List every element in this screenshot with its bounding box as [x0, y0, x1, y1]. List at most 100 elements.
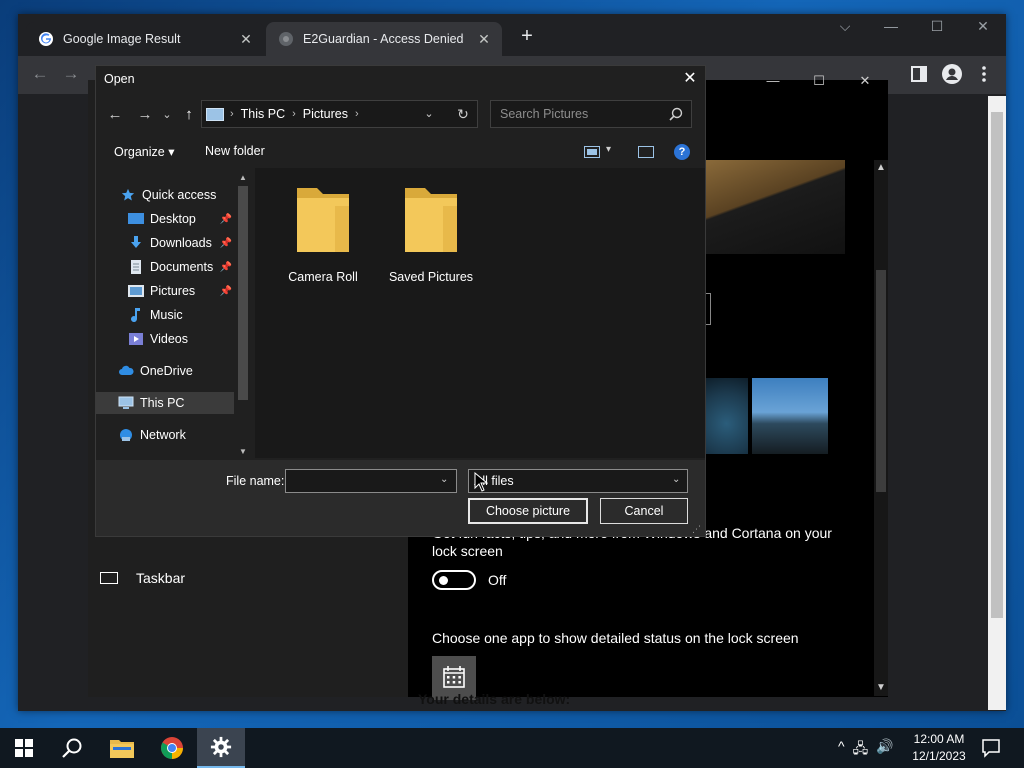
desktop-icon	[128, 213, 144, 224]
folder-icon	[405, 188, 457, 252]
new-tab-button[interactable]: +	[515, 24, 539, 48]
file-type-dropdown-icon[interactable]: ⌄	[672, 474, 680, 485]
nav-scroll-up-icon[interactable]: ▲	[238, 173, 248, 183]
taskbar-file-explorer[interactable]	[98, 728, 146, 768]
settings-close-icon[interactable]: ✕	[842, 66, 888, 96]
show-hidden-icons-icon[interactable]: ^	[838, 738, 845, 762]
chrome-icon	[161, 737, 183, 759]
tab-search-icon[interactable]: ⌵	[822, 12, 868, 40]
network-status-icon[interactable]: 🖧	[853, 738, 869, 762]
nav-label: Pictures	[150, 284, 196, 298]
menu-icon[interactable]	[972, 62, 996, 86]
nav-videos[interactable]: Videos	[128, 328, 234, 350]
pin-icon: 📌	[219, 237, 232, 249]
tab-close-icon[interactable]: ✕	[236, 31, 256, 48]
details-heading: Your details are below:	[418, 691, 571, 707]
organize-menu[interactable]: Organize ▾	[114, 144, 174, 159]
settings-nav-label: Taskbar	[136, 570, 186, 586]
choose-picture-button[interactable]: Choose picture	[468, 498, 588, 524]
breadcrumb-separator: ›	[354, 108, 359, 120]
lock-screen-tips-toggle[interactable]	[432, 570, 476, 590]
recent-locations-icon[interactable]: ⌄	[157, 104, 177, 126]
browser-minimize-icon[interactable]: —	[868, 12, 914, 40]
nav-desktop[interactable]: Desktop 📌	[128, 208, 234, 230]
pin-icon: 📌	[219, 213, 232, 225]
file-name-input[interactable]	[285, 469, 457, 493]
cancel-button[interactable]: Cancel	[600, 498, 688, 524]
music-icon	[131, 308, 140, 322]
settings-scrollbar-thumb[interactable]	[876, 270, 886, 492]
browser-scrollbar-thumb[interactable]	[991, 112, 1003, 618]
nav-label: Downloads	[150, 236, 212, 250]
taskbar-search-button[interactable]	[48, 728, 96, 768]
tab-title: Google Image Result	[63, 32, 181, 46]
search-icon[interactable]	[668, 106, 684, 122]
file-name-label: File name:	[226, 474, 285, 488]
lock-screen-preview-image	[705, 160, 845, 254]
clock-date: 12/1/2023	[912, 749, 966, 763]
system-tray: ^ 🖧 🔊	[838, 738, 894, 762]
taskbar-chrome[interactable]	[148, 728, 196, 768]
side-panel-icon[interactable]	[907, 62, 931, 86]
nav-music[interactable]: Music	[128, 304, 234, 326]
taskbar-settings[interactable]	[197, 728, 245, 768]
nav-scroll-down-icon[interactable]: ▼	[238, 447, 248, 457]
preview-pane-icon[interactable]	[638, 146, 654, 158]
nav-label: Videos	[150, 332, 188, 346]
notification-icon[interactable]	[980, 737, 1002, 759]
download-icon	[131, 236, 141, 248]
tab-e2guardian[interactable]: E2Guardian - Access Denied ✕	[266, 22, 502, 56]
pin-icon: 📌	[219, 261, 232, 273]
dialog-title: Open	[104, 72, 135, 86]
background-thumbnail[interactable]	[752, 378, 828, 454]
folder-saved-pictures[interactable]: Saved Pictures	[376, 184, 486, 284]
nav-pictures[interactable]: Pictures 📌	[128, 280, 234, 302]
dialog-close-icon[interactable]: ✕	[676, 66, 704, 92]
settings-minimize-icon[interactable]: —	[750, 66, 796, 96]
cloud-icon	[119, 365, 134, 375]
folder-camera-roll[interactable]: Camera Roll	[268, 184, 378, 284]
taskbar-clock[interactable]: 12:00 AM 12/1/2023	[904, 731, 974, 765]
up-folder-icon[interactable]: ↑	[177, 104, 201, 126]
browser-close-icon[interactable]: ✕	[960, 12, 1006, 40]
breadcrumb-separator: ›	[292, 108, 296, 120]
background-thumbnail[interactable]	[705, 378, 748, 454]
breadcrumb-pictures[interactable]: Pictures	[303, 107, 348, 121]
breadcrumb-this-pc[interactable]: This PC	[241, 107, 285, 121]
address-dropdown-icon[interactable]: ⌄	[421, 106, 437, 122]
help-icon[interactable]: ?	[674, 144, 690, 160]
tab-close-icon[interactable]: ✕	[474, 31, 494, 48]
browser-maximize-icon[interactable]: ☐	[914, 12, 960, 40]
view-dropdown-icon[interactable]: ▾	[606, 144, 611, 155]
refresh-icon[interactable]: ↻	[454, 105, 472, 123]
resize-grip-icon[interactable]: ⋰	[692, 524, 701, 535]
new-folder-button[interactable]: New folder	[205, 144, 265, 158]
start-button[interactable]	[0, 728, 48, 768]
taskbar-settings-icon	[100, 572, 118, 584]
volume-icon[interactable]: 🔊	[876, 738, 893, 762]
dialog-forward-icon[interactable]: →	[133, 104, 157, 126]
file-explorer-icon	[110, 740, 134, 758]
tab-title: E2Guardian - Access Denied	[303, 32, 464, 46]
settings-maximize-icon[interactable]: ☐	[796, 66, 842, 96]
file-type-select[interactable]: All files	[468, 469, 688, 493]
nav-label: Music	[150, 308, 183, 322]
scroll-up-icon[interactable]: ▲	[874, 162, 888, 174]
nav-pane-scrollbar-thumb[interactable]	[238, 186, 248, 400]
nav-documents[interactable]: Documents 📌	[128, 256, 234, 278]
dialog-back-icon[interactable]: ←	[103, 104, 127, 126]
pin-icon: 📌	[219, 285, 232, 297]
profile-icon[interactable]	[940, 62, 964, 86]
scroll-down-icon[interactable]: ▼	[874, 682, 888, 694]
view-options-icon[interactable]	[584, 146, 600, 158]
search-pictures-input[interactable]	[490, 100, 692, 128]
nav-downloads[interactable]: Downloads 📌	[128, 232, 234, 254]
browser-back-icon[interactable]: ←	[27, 61, 53, 87]
settings-nav-taskbar[interactable]: Taskbar	[100, 568, 185, 588]
tab-google-image-result[interactable]: Google Image Result ✕	[26, 22, 264, 56]
browser-forward-icon[interactable]: →	[58, 61, 84, 87]
this-pc-icon	[206, 107, 224, 121]
folder-label: Saved Pictures	[388, 270, 474, 284]
file-name-dropdown-icon[interactable]: ⌄	[440, 474, 448, 485]
toggle-state-label: Off	[488, 572, 507, 588]
